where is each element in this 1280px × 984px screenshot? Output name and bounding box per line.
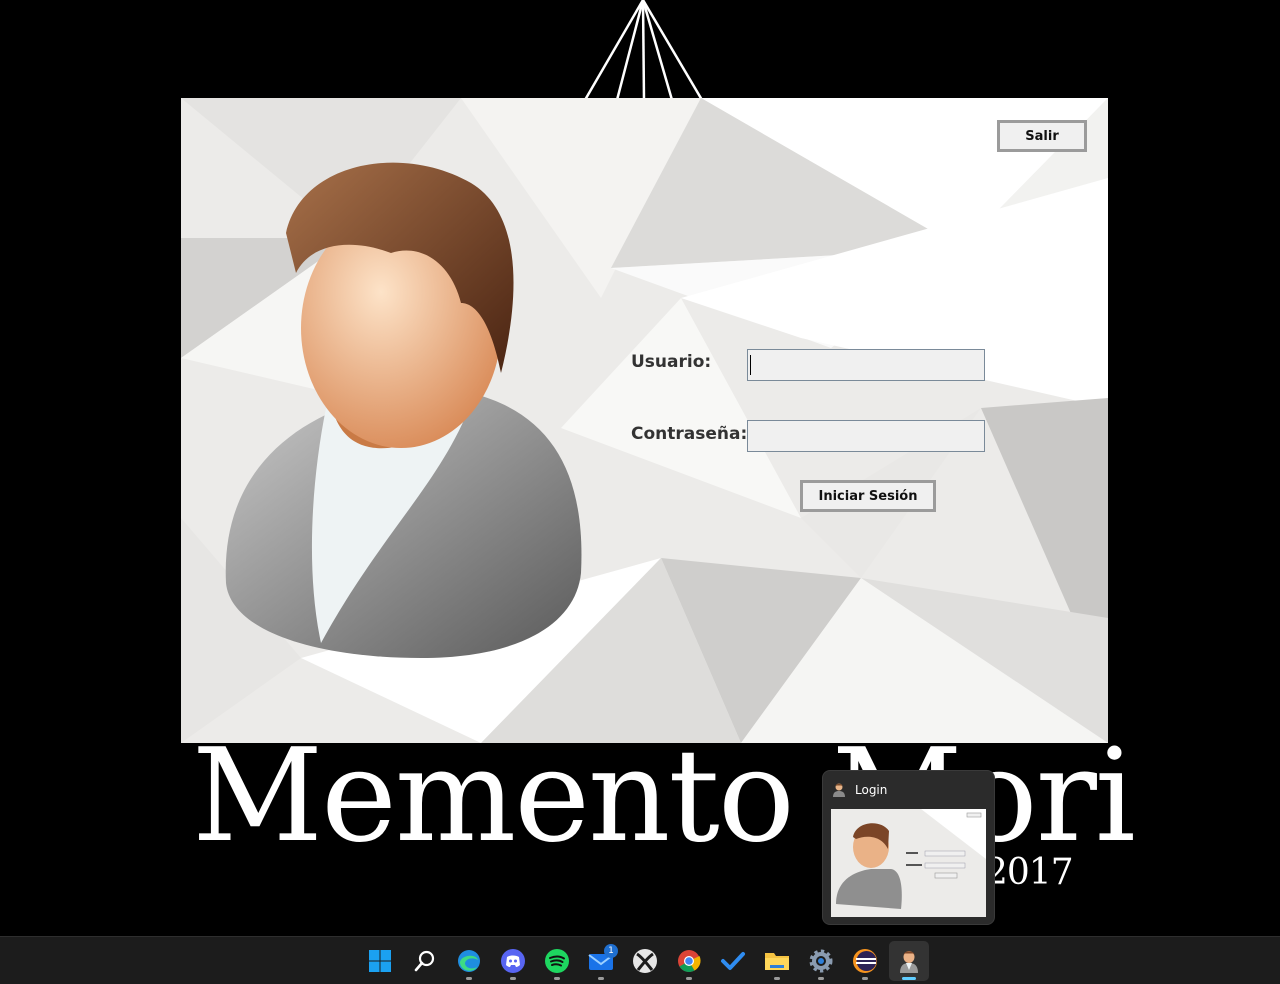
login-window-thumbnail [831,809,986,917]
taskbar-edge[interactable] [449,941,489,981]
chrome-icon [678,950,701,972]
wallpaper-lines [583,0,704,100]
taskbar-xbox[interactable] [625,941,665,981]
taskbar-preview[interactable]: Login [822,770,995,925]
password-input[interactable] [747,420,985,452]
xbox-icon [633,949,657,973]
taskbar-spotify[interactable] [537,941,577,981]
login-button[interactable]: Iniciar Sesión [800,480,936,512]
running-indicator [510,977,516,980]
login-window: Salir Usuario: Contraseña: Iniciar Sesió… [181,98,1108,743]
username-input[interactable] [747,349,985,381]
wallpaper-year: 2017 [985,852,1074,893]
taskbar-search[interactable] [405,941,445,981]
todo-check-icon [721,952,745,970]
notification-badge: 1 [604,944,618,958]
running-indicator [818,977,824,980]
windows-logo-icon [369,950,391,972]
taskbar-todo[interactable] [713,941,753,981]
text-caret [750,355,751,375]
taskbar: 1 [0,936,1280,984]
user-icon [833,783,845,797]
taskbar-chrome[interactable] [669,941,709,981]
taskbar-discord[interactable] [493,941,533,981]
taskbar-login-app[interactable] [889,941,929,981]
username-label: Usuario: [631,352,712,372]
edge-icon [458,950,480,972]
taskbar-settings[interactable] [801,941,841,981]
taskbar-file-explorer[interactable] [757,941,797,981]
running-indicator [554,977,560,980]
active-indicator [902,977,916,980]
preview-header: Login [831,780,887,800]
running-indicator [774,977,780,980]
running-indicator [862,977,868,980]
search-icon [414,950,435,972]
start-button[interactable] [360,941,400,981]
running-indicator [686,977,692,980]
running-indicator [598,977,604,980]
gear-icon [809,949,833,973]
preview-thumbnail[interactable] [831,809,986,917]
spotify-icon [545,949,569,973]
eclipse-icon [853,949,877,973]
running-indicator [466,977,472,980]
password-label: Contraseña: [631,424,748,444]
discord-icon [501,949,525,973]
taskbar-mail[interactable]: 1 [581,941,621,981]
folder-icon [765,953,789,970]
exit-button[interactable]: Salir [997,120,1087,152]
user-avatar-image [225,162,582,658]
preview-title: Login [855,783,888,797]
user-icon [900,951,918,973]
taskbar-eclipse[interactable] [845,941,885,981]
